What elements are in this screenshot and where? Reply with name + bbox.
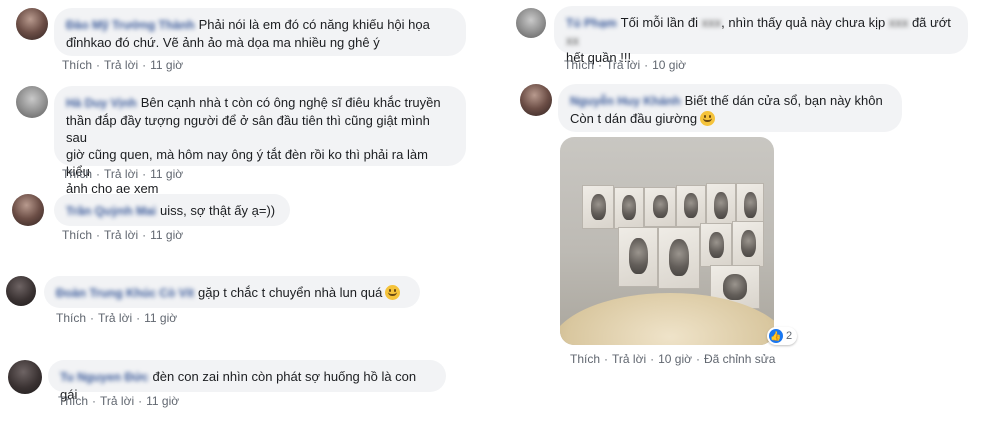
edited-label[interactable]: Đã chỉnh sửa xyxy=(704,352,775,366)
comment-bubble: Tu Nguyen Đức đèn con zai nhìn còn phát s… xyxy=(48,360,446,402)
like-link[interactable]: Thích xyxy=(56,311,86,325)
censored-word: xxx xyxy=(701,15,722,30)
avatar[interactable] xyxy=(12,194,44,226)
smile-emoji-icon xyxy=(385,285,401,300)
sketch-portrait xyxy=(614,187,644,229)
avatar[interactable] xyxy=(16,86,48,118)
comment-bubble: Đào Mỹ Trường Thành Phải nói là em đó có … xyxy=(54,8,466,56)
avatar[interactable] xyxy=(520,84,552,116)
reply-link[interactable]: Trả lời xyxy=(100,394,134,408)
comment-bubble: Nguyễn Huy Khánh Biết thế dán cửa sổ, bạn… xyxy=(558,84,902,132)
comment-time[interactable]: 10 giờ xyxy=(658,352,692,366)
comment-actions: Thích · Trả lời · 10 giờ · Đã chỉnh sửa xyxy=(570,352,776,366)
comment-author[interactable]: Hà Duy Vịnh xyxy=(66,95,137,112)
comment-text: đã ướt xyxy=(911,15,951,30)
comment-actions: Thích · Trả lời · 11 giờ xyxy=(62,228,184,242)
comment-time[interactable]: 11 giờ xyxy=(150,167,183,181)
comment-actions: Thích · Trả lời · 11 giờ xyxy=(62,58,184,72)
like-link[interactable]: Thích xyxy=(62,58,92,72)
comment-actions: Thích · Trả lời · 11 giờ xyxy=(56,311,178,325)
comment-time[interactable]: 11 giờ xyxy=(150,58,183,72)
sketch-portrait xyxy=(644,187,676,227)
comment-text: uiss, sợ thật ấy ạ=)) xyxy=(160,203,276,218)
reply-link[interactable]: Trả lời xyxy=(612,352,646,366)
comment-bubble: Hà Duy Vịnh Bên cạnh nhà t còn có ông ngh… xyxy=(54,86,466,196)
smile-emoji-icon xyxy=(700,111,716,126)
censored-word: xx xyxy=(566,33,579,48)
reply-link[interactable]: Trả lời xyxy=(104,58,138,72)
comment-time[interactable]: 11 giờ xyxy=(146,394,179,408)
avatar[interactable] xyxy=(516,8,546,38)
reaction-count: 2 xyxy=(786,330,793,342)
like-link[interactable]: Thích xyxy=(62,167,92,181)
comment-author[interactable]: Trần Quỳnh Mai xyxy=(66,203,156,220)
comment-text: , nhìn thấy quả này chưa kịp xyxy=(721,15,886,30)
comment-author[interactable]: Tú Phạm xyxy=(566,15,617,32)
avatar[interactable] xyxy=(6,276,36,306)
comment-bubble: Đoàn Trung Khúc Cò Vít gặp t chắc t chuyể… xyxy=(44,276,420,308)
comment-actions: Thích · Trả lời · 11 giờ xyxy=(58,394,180,408)
comment-actions: Thích · Trả lời · 11 giờ xyxy=(62,167,184,181)
reply-link[interactable]: Trả lời xyxy=(104,228,138,242)
comment-bubble: Trần Quỳnh Mai uiss, sợ thật ấy ạ=)) xyxy=(54,194,290,226)
comment-author[interactable]: Đào Mỹ Trường Thành xyxy=(66,17,195,34)
reply-link[interactable]: Trả lời xyxy=(606,58,640,72)
like-thumb-icon: 👍 xyxy=(769,329,783,343)
comment-time[interactable]: 11 giờ xyxy=(144,311,177,325)
comment-photo[interactable] xyxy=(560,137,774,345)
comment-author[interactable]: Đoàn Trung Khúc Cò Vít xyxy=(56,285,194,302)
like-link[interactable]: Thích xyxy=(58,394,88,408)
reaction-count-badge[interactable]: 👍 2 xyxy=(767,327,798,345)
comment-author[interactable]: Tu Nguyen Đức xyxy=(60,369,148,386)
comment-text: gặp t chắc t chuyển nhà lun quá xyxy=(198,285,383,300)
avatar[interactable] xyxy=(16,8,48,40)
censored-word: xxx xyxy=(888,15,909,30)
avatar[interactable] xyxy=(8,360,42,394)
comment-text: Tối mỗi lần đi xyxy=(620,15,698,30)
like-link[interactable]: Thích xyxy=(570,352,600,366)
comment-author[interactable]: Nguyễn Huy Khánh xyxy=(570,93,681,110)
sketch-portrait xyxy=(676,185,706,227)
sketch-portrait xyxy=(658,227,700,289)
comment-actions: Thích · Trả lời · 10 giờ xyxy=(564,58,686,72)
sketch-portrait xyxy=(618,227,658,287)
comment-time[interactable]: 11 giờ xyxy=(150,228,183,242)
like-link[interactable]: Thích xyxy=(564,58,594,72)
sketch-portrait xyxy=(732,221,764,267)
comment-time[interactable]: 10 giờ xyxy=(652,58,686,72)
reply-link[interactable]: Trả lời xyxy=(98,311,132,325)
comment-bubble: Tú Phạm Tối mỗi lần đi xxx, nhìn thấy quả… xyxy=(554,6,968,65)
sketch-portrait xyxy=(700,223,732,267)
like-link[interactable]: Thích xyxy=(62,228,92,242)
sketch-portrait xyxy=(582,185,614,229)
reply-link[interactable]: Trả lời xyxy=(104,167,138,181)
